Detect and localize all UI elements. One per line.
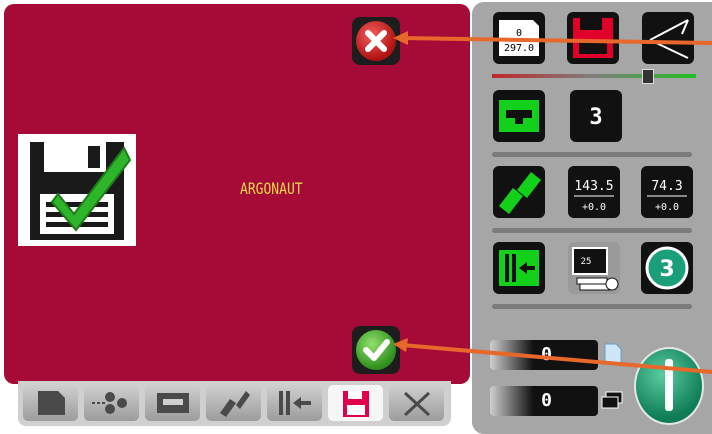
arrow-head-confirm bbox=[393, 338, 408, 352]
arrow-to-confirm bbox=[401, 343, 712, 374]
arrow-to-close bbox=[401, 36, 712, 45]
arrow-head-close bbox=[393, 31, 408, 45]
annotation-arrows bbox=[393, 31, 712, 374]
